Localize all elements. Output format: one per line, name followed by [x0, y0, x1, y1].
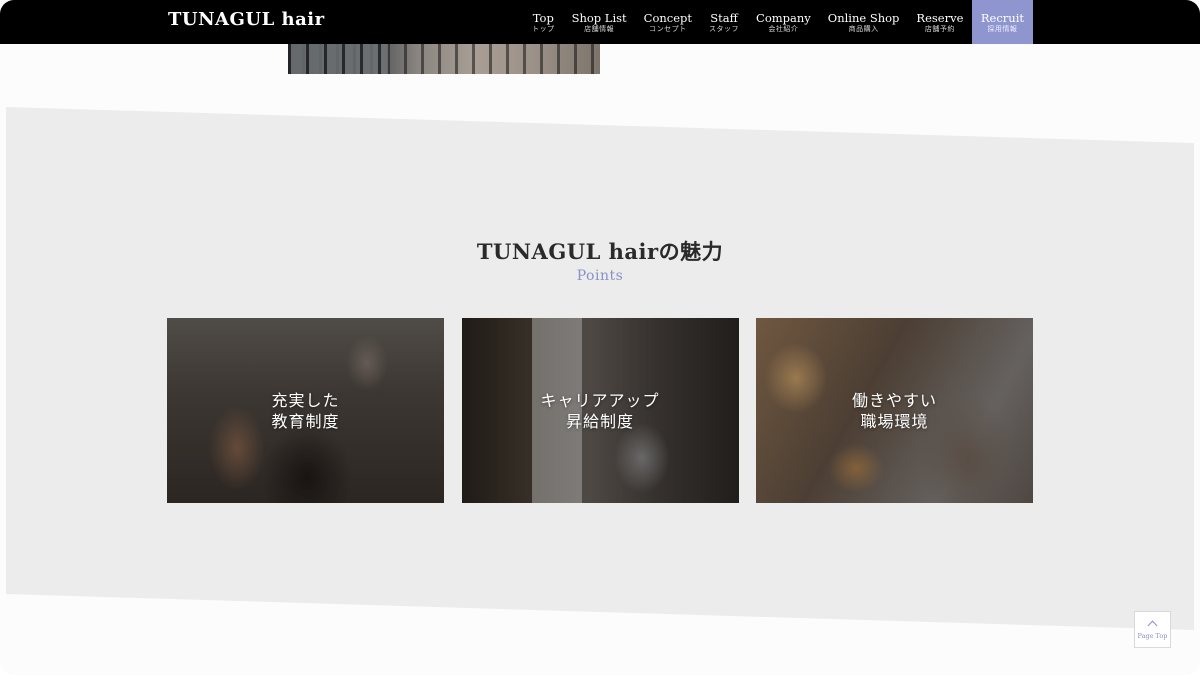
nav-label: Recruit [980, 10, 1024, 25]
points-cards: 充実した 教育制度 キャリアアップ 昇給制度 働きやすい 職場環境 [167, 318, 1033, 503]
nav-item-reserve[interactable]: Reserve 店舗予約 [908, 0, 972, 44]
card-label: 充実した 教育制度 [167, 318, 444, 503]
page: TUNAGUL hair Top トップ Shop List 店舗情報 Conc… [0, 0, 1200, 675]
card-label-line: 昇給制度 [565, 411, 634, 431]
chevron-up-icon [1147, 620, 1158, 631]
card-label-line: キャリアアップ [540, 390, 660, 410]
section-title: TUNAGUL hairの魅力 [476, 239, 724, 264]
nav-label: Company [756, 10, 811, 25]
card-label-line: 教育制度 [271, 411, 340, 431]
card-label-line: 働きやすい [851, 390, 937, 410]
card-label: キャリアアップ 昇給制度 [462, 318, 739, 503]
nav-sublabel: トップ [532, 24, 555, 33]
page-top-label: Page Top [1137, 632, 1168, 640]
nav-sublabel: 店舗予約 [924, 24, 955, 33]
nav-label: Top [532, 10, 554, 25]
card-label-line: 職場環境 [860, 411, 929, 431]
main-nav: Top トップ Shop List 店舗情報 Concept コンセプト Sta… [524, 0, 1033, 44]
nav-label: Staff [710, 10, 738, 25]
point-card-workplace[interactable]: 働きやすい 職場環境 [756, 318, 1033, 503]
nav-item-online-shop[interactable]: Online Shop 商品購入 [819, 0, 908, 44]
nav-sublabel: スタッフ [709, 24, 740, 33]
nav-item-recruit[interactable]: Recruit 採用情報 [971, 0, 1033, 44]
nav-sublabel: コンセプト [649, 24, 687, 33]
nav-item-shop-list[interactable]: Shop List 店舗情報 [563, 0, 635, 44]
card-label: 働きやすい 職場環境 [756, 318, 1033, 503]
nav-sublabel: 店舗情報 [584, 24, 615, 33]
section-subtitle: Points [576, 268, 624, 284]
card-label-line: 充実した [271, 390, 340, 410]
nav-item-concept[interactable]: Concept コンセプト [635, 0, 700, 44]
nav-item-staff[interactable]: Staff スタッフ [701, 0, 748, 44]
nav-label: Shop List [571, 10, 627, 25]
nav-item-top[interactable]: Top トップ [524, 0, 564, 44]
nav-sublabel: 商品購入 [848, 24, 879, 33]
salon-interior-photo [288, 44, 600, 74]
nav-sublabel: 会社紹介 [768, 24, 799, 33]
nav-item-company[interactable]: Company 会社紹介 [748, 0, 820, 44]
nav-sublabel: 採用情報 [987, 24, 1018, 33]
nav-label: Online Shop [827, 10, 900, 25]
site-header: TUNAGUL hair Top トップ Shop List 店舗情報 Conc… [0, 0, 1200, 44]
nav-label: Reserve [916, 10, 964, 25]
brand-logo[interactable]: TUNAGUL hair [168, 9, 325, 30]
point-card-career[interactable]: キャリアアップ 昇給制度 [461, 318, 739, 503]
page-top-button[interactable]: Page Top [1134, 611, 1171, 648]
nav-label: Concept [643, 10, 693, 25]
point-card-education[interactable]: 充実した 教育制度 [167, 318, 444, 503]
